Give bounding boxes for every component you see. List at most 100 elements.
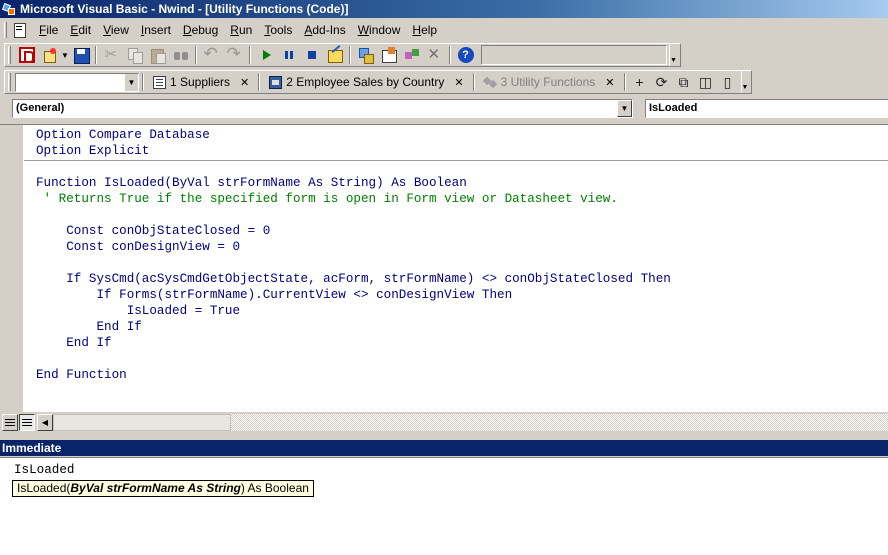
redo-icon: [227, 44, 243, 64]
paste-button[interactable]: [146, 44, 169, 66]
menu-label-rest: indow: [369, 23, 401, 37]
redo-button[interactable]: [223, 44, 246, 66]
immediate-text[interactable]: IsLoaded: [14, 463, 74, 477]
object-browser-icon: [404, 47, 420, 63]
horizontal-scrollbar[interactable]: ◀: [0, 414, 888, 432]
code-line[interactable]: ​: [36, 159, 888, 175]
insert-object-button[interactable]: [38, 44, 61, 66]
scroll-track[interactable]: [231, 414, 888, 431]
menu-label-rest: iew: [110, 23, 129, 37]
toolbar-options-chevron[interactable]: ▼: [740, 71, 749, 93]
cut-icon: [104, 45, 120, 63]
menu-add-ins[interactable]: Add-Ins: [298, 21, 351, 39]
tile-windows-icon[interactable]: ◫: [695, 71, 717, 93]
scroll-left-arrow[interactable]: ◀: [37, 414, 53, 431]
procedure-combo[interactable]: IsLoaded: [645, 99, 888, 118]
code-line[interactable]: ' Returns True if the specified form is …: [36, 191, 888, 207]
tooltip-parameter: ByVal strFormName As String: [70, 481, 241, 495]
view-access-button[interactable]: [15, 44, 38, 66]
form-icon: [153, 75, 166, 89]
project-explorer-button[interactable]: [354, 44, 377, 66]
menu-grip[interactable]: [4, 22, 7, 38]
run-button[interactable]: [254, 44, 277, 66]
object-combo[interactable]: (General) ▼: [12, 99, 633, 118]
menu-window[interactable]: Window: [352, 21, 407, 39]
menu-view[interactable]: View: [97, 21, 135, 39]
cascade-windows-icon[interactable]: ⧉: [673, 71, 695, 93]
document-combo[interactable]: ▼: [15, 72, 139, 92]
menu-debug[interactable]: Debug: [177, 21, 224, 39]
copy-button[interactable]: [123, 44, 146, 66]
close-icon[interactable]: ✕: [240, 76, 249, 89]
menu-accelerator: W: [357, 23, 370, 37]
menu-label-rest: dd-Ins: [312, 23, 346, 37]
immediate-input[interactable]: IsLoaded IsLoaded(ByVal strFormName As S…: [0, 457, 888, 555]
code-line[interactable]: Option Explicit: [36, 143, 888, 159]
menu-label-rest: un: [238, 23, 253, 37]
procedure-combo-value: IsLoaded: [649, 102, 698, 114]
save-button[interactable]: [69, 44, 92, 66]
add-icon[interactable]: +: [629, 71, 651, 93]
procedure-view-icon: [5, 418, 15, 427]
break-button[interactable]: [277, 44, 300, 66]
standard-toolbar: ▼ ▼: [0, 42, 888, 68]
design-mode-button[interactable]: [323, 44, 346, 66]
toolbox-icon: [427, 45, 443, 63]
properties-window-button[interactable]: [377, 44, 400, 66]
find-icon: [173, 47, 189, 63]
chevron-down-icon[interactable]: ▼: [617, 100, 632, 117]
margin-indicator-bar[interactable]: [0, 125, 24, 412]
chevron-down-icon[interactable]: ▼: [124, 73, 138, 91]
code-line[interactable]: Function IsLoaded(ByVal strFormName As S…: [36, 175, 888, 191]
help-button[interactable]: [454, 44, 477, 66]
menu-tools[interactable]: Tools: [258, 21, 298, 39]
doc-tab-suppliers[interactable]: 1 Suppliers ✕: [147, 71, 255, 93]
toolbar-separator: [258, 73, 261, 91]
code-line[interactable]: ​: [36, 351, 888, 367]
refresh-icon[interactable]: ⟳: [651, 71, 673, 93]
arrange-icon[interactable]: ▯: [717, 71, 739, 93]
code-line[interactable]: End If: [36, 319, 888, 335]
document-icon[interactable]: [11, 22, 27, 38]
menu-label-rest: nsert: [144, 23, 171, 37]
doc-tab-employee-sales[interactable]: 2 Employee Sales by Country ✕: [263, 71, 469, 93]
toolbox-button[interactable]: [423, 44, 446, 66]
menu-help[interactable]: Help: [406, 21, 443, 39]
code-line[interactable]: Const conObjStateClosed = 0: [36, 223, 888, 239]
reset-button[interactable]: [300, 44, 323, 66]
code-text[interactable]: Option Compare DatabaseOption Explicit​F…: [36, 127, 888, 383]
vba-app-icon[interactable]: [2, 2, 16, 16]
code-editor[interactable]: Option Compare DatabaseOption Explicit​F…: [0, 124, 888, 412]
doc-tab-label: 2 Employee Sales by Country: [286, 75, 445, 89]
toolbar-options-chevron[interactable]: ▼: [669, 44, 677, 66]
find-button[interactable]: [169, 44, 192, 66]
undo-button[interactable]: [200, 44, 223, 66]
menu-edit[interactable]: Edit: [64, 21, 97, 39]
code-line[interactable]: If Forms(strFormName).CurrentView <> con…: [36, 287, 888, 303]
object-browser-button[interactable]: [400, 44, 423, 66]
menu-file[interactable]: File: [33, 21, 64, 39]
close-icon[interactable]: ✕: [605, 76, 614, 89]
code-line[interactable]: End Function: [36, 367, 888, 383]
code-line[interactable]: If SysCmd(acSysCmdGetObjectState, acForm…: [36, 271, 888, 287]
code-line[interactable]: Option Compare Database: [36, 127, 888, 143]
code-line[interactable]: IsLoaded = True: [36, 303, 888, 319]
code-line[interactable]: ​: [36, 255, 888, 271]
doc-tab-utility-functions[interactable]: 3 Utility Functions ✕: [478, 71, 621, 93]
run-icon: [258, 47, 274, 63]
code-line[interactable]: Const conDesignView = 0: [36, 239, 888, 255]
insert-dropdown-arrow[interactable]: ▼: [61, 44, 69, 66]
procedure-view-button[interactable]: [2, 414, 18, 431]
menu-insert[interactable]: Insert: [135, 21, 177, 39]
toolbar-grip[interactable]: [8, 73, 11, 91]
close-icon[interactable]: ✕: [454, 76, 463, 89]
toolbar-grip[interactable]: [8, 46, 11, 64]
code-line[interactable]: End If: [36, 335, 888, 351]
cut-button[interactable]: [100, 44, 123, 66]
stop-icon: [304, 47, 320, 63]
toolbar-separator: [195, 46, 197, 64]
menu-run[interactable]: Run: [224, 21, 258, 39]
full-module-view-button[interactable]: [19, 414, 35, 431]
code-line[interactable]: ​: [36, 207, 888, 223]
scroll-thumb[interactable]: [53, 414, 231, 431]
